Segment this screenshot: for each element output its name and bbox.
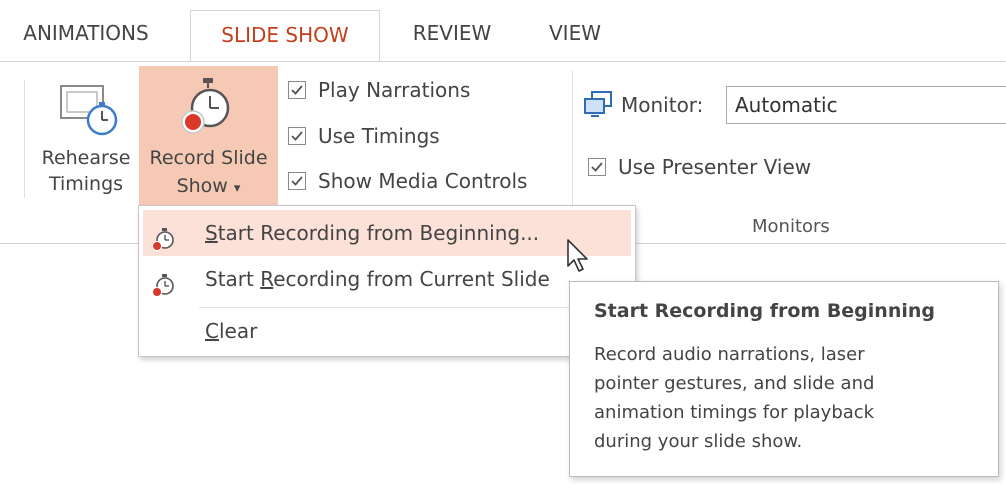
show-media-controls-checkbox[interactable]: Show Media Controls — [288, 165, 527, 197]
tab-review[interactable]: REVIEW — [392, 0, 512, 62]
tooltip: Start Recording from Beginning Record au… — [569, 281, 999, 477]
monitor-icon — [583, 90, 613, 122]
menu-item-start-from-beginning[interactable]: Start Recording from Beginning... — [143, 210, 631, 256]
tooltip-description-line: animation timings for playback — [594, 402, 875, 423]
tab-view[interactable]: VIEW — [530, 0, 620, 62]
tooltip-description-line: pointer gestures, and slide and — [594, 373, 875, 394]
tooltip-description-line: Record audio narrations, laser — [594, 344, 865, 365]
monitors-group-label: Monitors — [752, 216, 830, 237]
menu-item-label: Start Recording from Beginning... — [205, 221, 540, 245]
rehearse-label-line2: Timings — [48, 173, 124, 195]
ribbon-tab-bar: ANIMATIONS SLIDE SHOW REVIEW VIEW — [0, 0, 1006, 73]
rehearse-timings-button[interactable]: Rehearse Timings — [36, 68, 136, 208]
use-timings-label: Use Timings — [318, 124, 440, 148]
record-label-line2: Show ▾ — [139, 174, 278, 201]
checkbox-checked-icon — [288, 172, 306, 190]
record-label-line1: Record Slide — [149, 147, 268, 169]
use-presenter-view-label: Use Presenter View — [618, 155, 812, 179]
use-timings-checkbox[interactable]: Use Timings — [288, 120, 440, 152]
dropdown-arrow-icon: ▾ — [233, 181, 241, 196]
rehearse-timings-icon — [58, 80, 118, 145]
record-slide-show-menu: Start Recording from Beginning... Start … — [138, 205, 636, 357]
menu-item-clear[interactable]: Clear — [143, 308, 631, 354]
checkbox-checked-icon — [288, 81, 306, 99]
show-media-controls-label: Show Media Controls — [318, 169, 528, 193]
use-presenter-view-checkbox[interactable]: Use Presenter View — [588, 151, 811, 183]
record-label-show: Show — [176, 175, 228, 197]
record-timer-icon — [151, 267, 175, 313]
checkbox-checked-icon — [588, 158, 606, 176]
menu-item-start-from-current[interactable]: Start Recording from Current Slide — [143, 256, 631, 302]
play-narrations-checkbox[interactable]: Play Narrations — [288, 74, 470, 106]
menu-item-label: Start Recording from Current Slide — [205, 267, 550, 291]
menu-item-label: Clear — [205, 319, 258, 343]
checkbox-checked-icon — [288, 127, 306, 145]
monitor-select[interactable]: Automatic — [726, 86, 1006, 124]
mouse-cursor-icon — [566, 238, 592, 280]
record-slide-show-button[interactable]: Record Slide Show ▾ — [139, 66, 278, 208]
monitor-select-value: Automatic — [735, 93, 838, 117]
monitor-label: Monitor: — [621, 93, 704, 117]
rehearse-label-line1: Rehearse — [41, 147, 131, 169]
tab-animations[interactable]: ANIMATIONS — [0, 0, 172, 62]
tooltip-title: Start Recording from Beginning — [594, 300, 935, 322]
tooltip-description-line: during your slide show. — [594, 431, 803, 452]
play-narrations-label: Play Narrations — [318, 78, 471, 102]
record-slide-show-icon — [177, 74, 237, 145]
group-divider — [24, 80, 25, 198]
